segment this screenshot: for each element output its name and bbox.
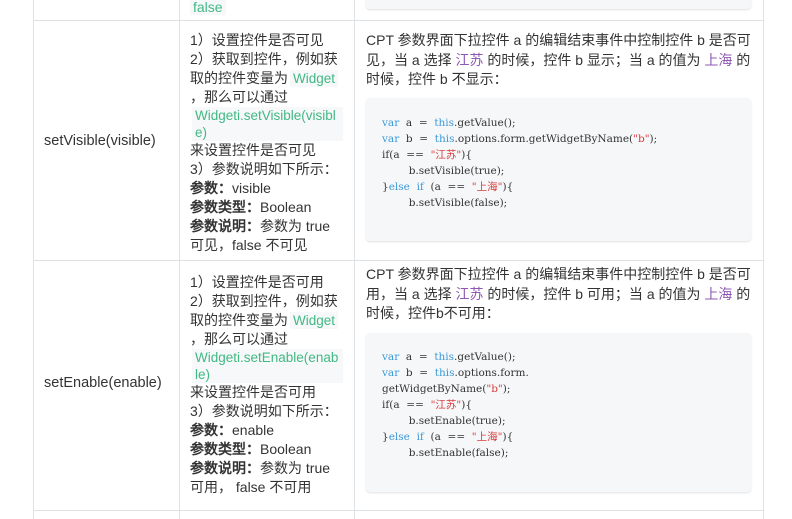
code-block <box>366 0 751 9</box>
method-name: setEnable(enable) <box>44 375 162 391</box>
highlight-text: 江苏 <box>455 285 484 302</box>
example-text: CPT 参数界面下拉控件 a 的编辑结束事件中控制控件 b 是否可 用，当 a … <box>366 266 751 321</box>
table-row: setEnable(enable) 1）设置控件是否可用 2）获取到控件，例如获… <box>34 261 763 511</box>
method-name: setVisible(visible) <box>44 133 156 149</box>
method-description: 1）设置控件是否可见 2）获取到控件，例如获 取的控件变量为 Widget ，那么… <box>190 31 350 255</box>
highlight-text: 上海 <box>704 51 733 68</box>
inline-code: false <box>190 0 226 15</box>
highlight-text: 上海 <box>704 285 733 302</box>
api-table: false setVisible(visible) 1）设置控件是否可见 2）获… <box>33 0 764 519</box>
code-block: var a = this.getValue(); var b = this.op… <box>366 98 751 241</box>
code-block: var a = this.getValue(); var b = this.op… <box>366 333 751 492</box>
table-row: false <box>34 0 763 21</box>
inline-code: Widget <box>290 70 339 87</box>
highlight-text: 江苏 <box>455 51 484 68</box>
example-text: CPT 参数界面下拉控件 a 的编辑结束事件中控制控件 b 是否可 见，当 a … <box>366 32 751 87</box>
inline-code: Widgeti.setEnable(enable) <box>192 349 343 383</box>
inline-code: Widgeti.setVisible(visible) <box>192 107 343 141</box>
inline-code: Widget <box>290 312 339 329</box>
method-description: 1）设置控件是否可用 2）获取到控件，例如获 取的控件变量为 Widget ，那么… <box>190 273 350 497</box>
table-row: setVisible(visible) 1）设置控件是否可见 2）获取到控件，例… <box>34 21 763 261</box>
